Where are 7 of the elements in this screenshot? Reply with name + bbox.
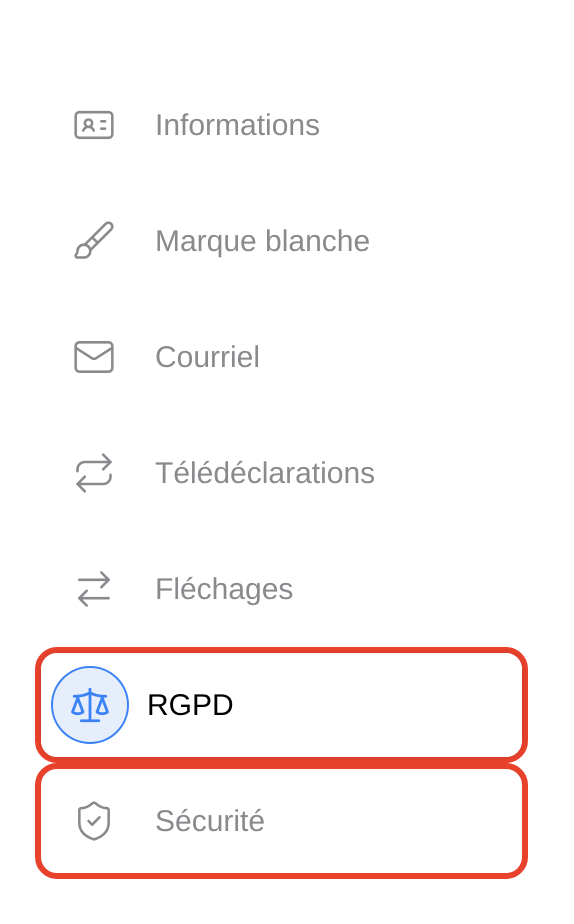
menu-item[interactable]: Marque blanche	[41, 189, 522, 293]
menu-item[interactable]: RGPD	[41, 653, 522, 757]
menu-item[interactable]: Courriel	[41, 305, 522, 409]
menu-item[interactable]: Sécurité	[41, 769, 522, 873]
menu-item[interactable]: Informations	[41, 73, 522, 177]
menu-item[interactable]: Fléchages	[41, 537, 522, 641]
menu-item[interactable]: Télédéclarations	[41, 421, 522, 525]
